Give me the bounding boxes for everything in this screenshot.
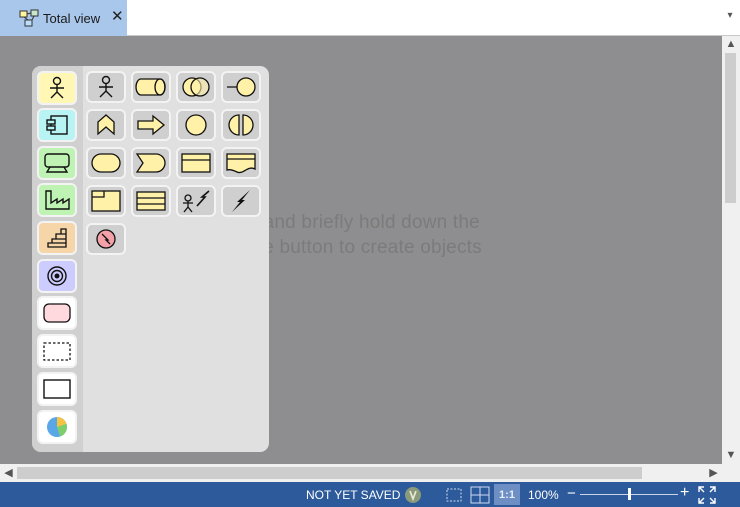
scroll-up-icon[interactable]: ▲ <box>722 36 740 53</box>
validation-icon[interactable] <box>403 484 423 505</box>
tab-total-view[interactable]: Total view ✕ <box>0 0 127 36</box>
application-component-category-icon[interactable] <box>37 108 77 142</box>
actual-size-button[interactable]: 1:1 <box>494 484 520 505</box>
actor-category-icon[interactable] <box>37 71 77 105</box>
app-window: Total view ✕ ▾ Click and briefly hold do… <box>0 0 740 507</box>
tab-bar: Total view ✕ ▾ <box>0 0 740 36</box>
horizontal-scroll-thumb[interactable] <box>17 467 642 479</box>
implementation-category-icon[interactable] <box>37 221 77 255</box>
scrollbar-corner <box>722 464 740 482</box>
grouping-rounded-category-icon[interactable] <box>37 296 77 330</box>
technology-node-category-icon[interactable] <box>37 146 77 180</box>
contract-icon[interactable] <box>86 185 126 217</box>
business-function-icon[interactable] <box>131 109 171 141</box>
horizontal-scrollbar[interactable]: ◀ ▶ <box>0 464 722 482</box>
vertical-scroll-thumb[interactable] <box>725 53 736 203</box>
selection-frame-icon[interactable] <box>443 484 465 505</box>
frame-category-icon[interactable] <box>37 372 77 406</box>
actor-trigger-icon[interactable] <box>176 185 216 217</box>
diagram-canvas[interactable]: Click and briefly hold down the mouse bu… <box>0 36 722 464</box>
business-role-icon[interactable] <box>131 71 171 103</box>
trigger-icon[interactable] <box>221 185 261 217</box>
chart-category-icon[interactable] <box>37 410 77 444</box>
chevron-down-icon[interactable]: ▾ <box>724 10 736 24</box>
group-dashed-category-icon[interactable] <box>37 334 77 368</box>
fullscreen-icon[interactable] <box>696 484 718 505</box>
grid-fit-icon[interactable] <box>469 484 491 505</box>
physical-facility-category-icon[interactable] <box>37 183 77 217</box>
business-event-alt-icon[interactable] <box>131 147 171 179</box>
zoom-out-button[interactable]: − <box>567 485 576 502</box>
save-status: NOT YET SAVED <box>306 488 401 502</box>
close-icon[interactable]: ✕ <box>111 9 124 24</box>
vertical-scrollbar[interactable]: ▲ ▼ <box>722 36 740 464</box>
business-collaboration-icon[interactable] <box>176 71 216 103</box>
object-palette <box>32 66 269 452</box>
motivation-target-category-icon[interactable] <box>37 259 77 293</box>
diagram-view-icon <box>19 9 39 27</box>
representation-icon[interactable] <box>221 147 261 179</box>
business-interface-icon[interactable] <box>221 71 261 103</box>
business-actor-icon[interactable] <box>86 71 126 103</box>
junction-trigger-icon[interactable] <box>86 223 126 255</box>
business-interaction-icon[interactable] <box>221 109 261 141</box>
tab-label: Total view <box>43 10 101 26</box>
scroll-down-icon[interactable]: ▼ <box>722 447 740 464</box>
business-service-icon[interactable] <box>86 147 126 179</box>
zoom-slider-thumb[interactable] <box>628 488 631 500</box>
zoom-level: 100% <box>528 488 559 502</box>
business-process-icon[interactable] <box>86 109 126 141</box>
scroll-left-icon[interactable]: ◀ <box>0 464 17 482</box>
business-object-icon[interactable] <box>176 147 216 179</box>
scroll-right-icon[interactable]: ▶ <box>705 464 722 482</box>
business-event-icon[interactable] <box>176 109 216 141</box>
product-icon[interactable] <box>131 185 171 217</box>
status-bar: NOT YET SAVED 1:1 100% − + <box>0 482 740 507</box>
zoom-in-button[interactable]: + <box>680 484 689 502</box>
